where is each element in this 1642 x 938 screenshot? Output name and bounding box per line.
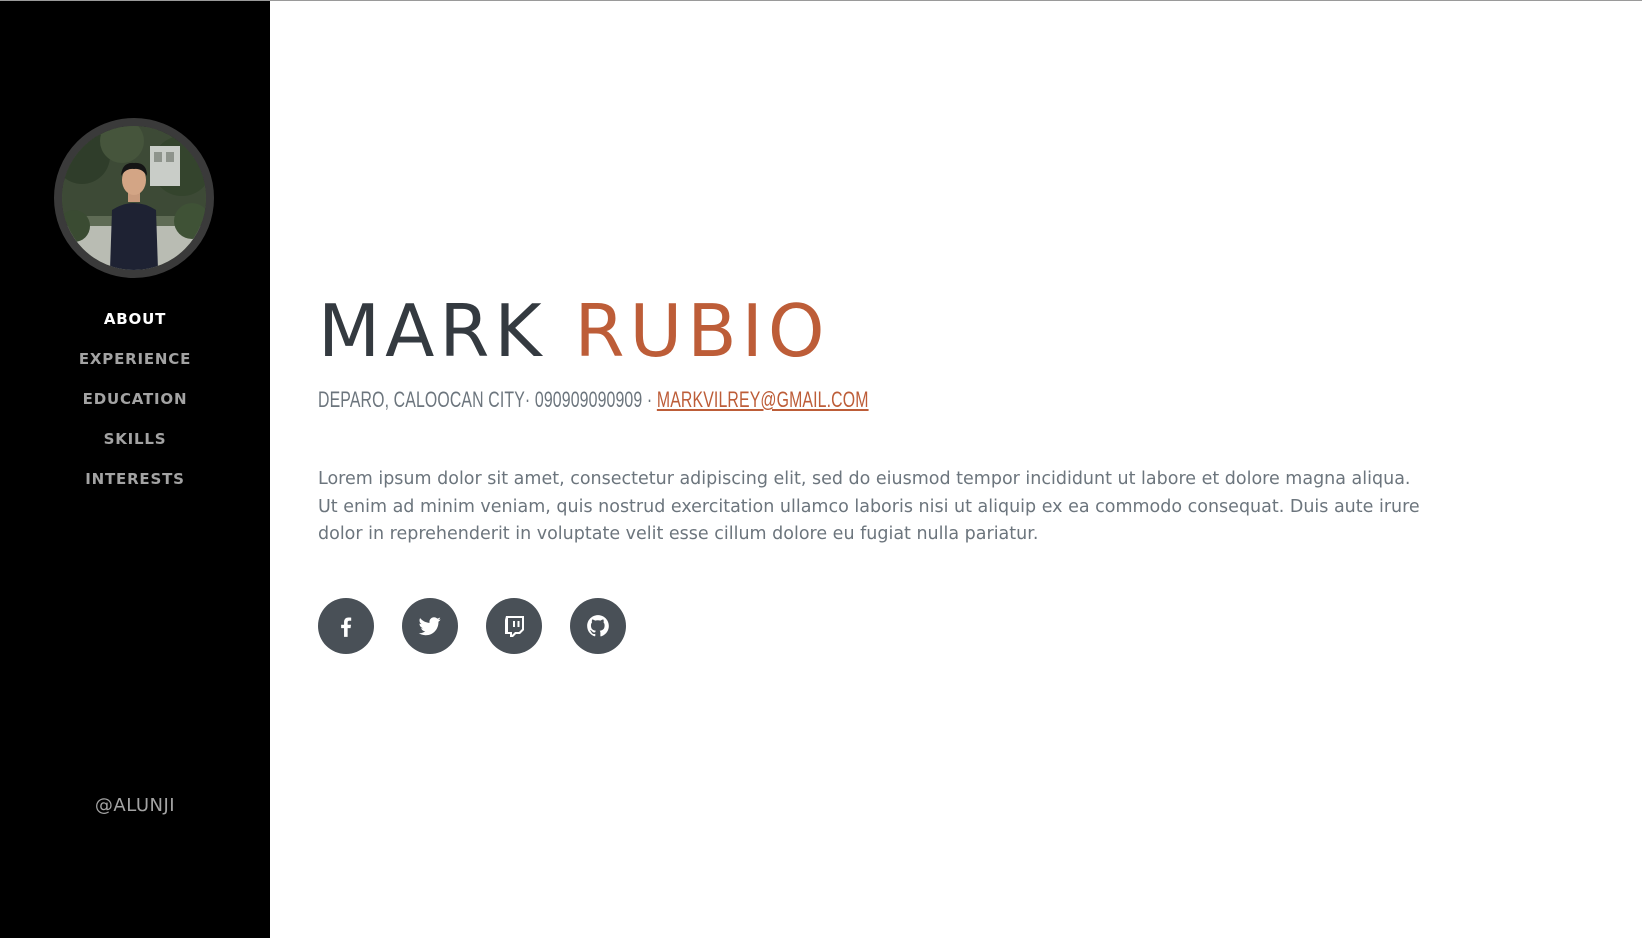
sidebar-nav: ABOUT EXPERIENCE EDUCATION SKILLS INTERE… [0, 299, 270, 499]
nav-item-interests: INTERESTS [0, 459, 270, 499]
twitter-icon [418, 617, 441, 636]
nav-link-education[interactable]: EDUCATION [83, 390, 188, 408]
nav-link-about[interactable]: ABOUT [104, 310, 166, 328]
twitch-icon [505, 616, 524, 637]
twitter-button[interactable] [402, 598, 458, 654]
nav-link-skills[interactable]: SKILLS [104, 430, 167, 448]
user-handle: @ALUNJI [94, 795, 176, 816]
facebook-icon [341, 617, 352, 637]
first-name: MARK [318, 289, 547, 373]
nav-item-education: EDUCATION [0, 379, 270, 419]
profile-photo [62, 126, 206, 270]
sidebar: ABOUT EXPERIENCE EDUCATION SKILLS INTERE… [0, 1, 270, 938]
facebook-button[interactable] [318, 598, 374, 654]
page-title: MARK RUBIO [318, 291, 830, 371]
contact-line: DEPARO, CALOOCAN CITY· 090909090909 · MA… [318, 387, 869, 413]
intro-paragraph: Lorem ipsum dolor sit amet, consectetur … [318, 469, 1420, 544]
nav-item-about: ABOUT [0, 299, 270, 339]
profile-avatar [54, 118, 214, 278]
social-icons [318, 598, 626, 654]
twitch-button[interactable] [486, 598, 542, 654]
nav-item-experience: EXPERIENCE [0, 339, 270, 379]
github-icon [587, 615, 609, 637]
page: ABOUT EXPERIENCE EDUCATION SKILLS INTERE… [0, 0, 1642, 938]
email-link[interactable]: MARKVILREY@GMAIL.COM [657, 387, 869, 412]
last-name: RUBIO [574, 289, 830, 373]
nav-link-experience[interactable]: EXPERIENCE [79, 350, 191, 368]
nav-item-skills: SKILLS [0, 419, 270, 459]
address-phone: DEPARO, CALOOCAN CITY· 090909090909 · [318, 387, 657, 412]
github-button[interactable] [570, 598, 626, 654]
nav-link-interests[interactable]: INTERESTS [85, 470, 184, 488]
